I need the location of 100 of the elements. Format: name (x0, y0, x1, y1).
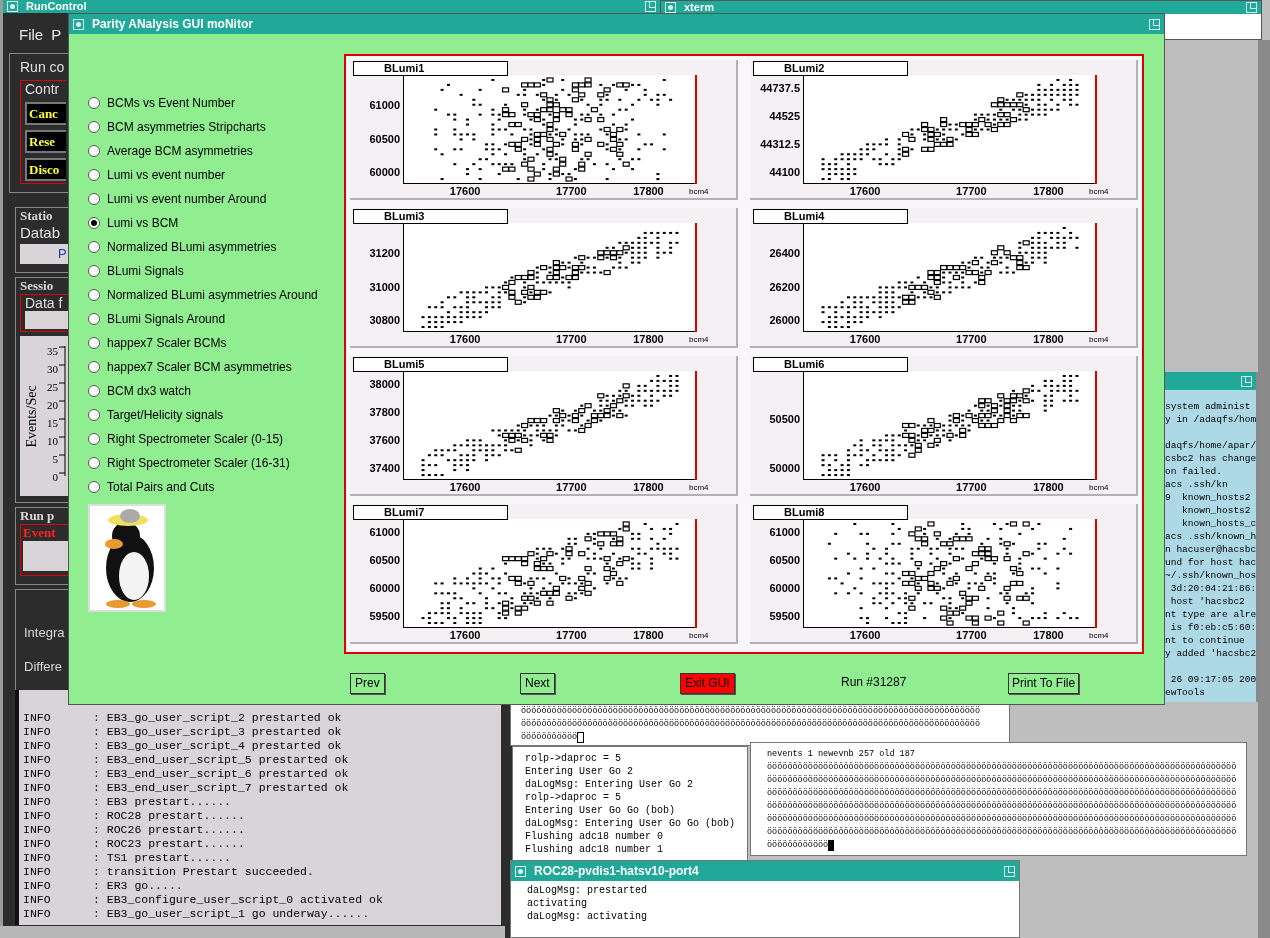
x-tick-label: 17700 (956, 334, 987, 345)
radio-option[interactable]: BCM dx3 watch (88, 379, 192, 403)
log-message: : transition Prestart succeeded. (93, 865, 314, 879)
x-tick-label: 17700 (556, 186, 587, 197)
terminal-line: daLogMsg: activating (527, 910, 648, 923)
terminal-line: 9 known_hosts2 (1165, 491, 1251, 504)
menu-item[interactable]: File (19, 23, 44, 47)
radio-option[interactable]: happex7 Scaler BCMs (88, 331, 227, 355)
terminal-line: öööööööööööööööööööööööööööööööööööööööööööööööööööööööööööööööööööööööööööööööööööööööööööö (767, 787, 1237, 800)
y-tick-label: 31200 (369, 247, 400, 259)
radio-option[interactable]: happex7 Scaler BCM asymmetries (88, 355, 292, 379)
y-tick-label: 44737.5 (760, 82, 800, 94)
radio-option[interactable]: Normalized BLumi asymmetries Around (88, 283, 318, 307)
x-tick-label: 17700 (556, 630, 587, 641)
x-axis-label: bcm4 (1089, 336, 1109, 344)
x-tick-label: 17700 (956, 630, 987, 641)
terminal-line: acs .ssh/known_h (1165, 530, 1257, 543)
window-title: ROC28-pvdis1-hatsv10-port4 (534, 865, 699, 877)
group-label: Contr (25, 81, 60, 97)
terminal-line: öööööööööööö (767, 839, 829, 852)
log-message: : ROC28 prestart...... (93, 809, 245, 823)
terminal-line: öööööööööööööööööööööööööööööööööööööööööööööööööööööööööööööööööööööööööööööööööööööööööööö (767, 800, 1237, 813)
radio-option[interactable]: Normalized BLumi asymmetries (88, 235, 277, 259)
x-tick-label: 17600 (849, 482, 881, 493)
print-button[interactable]: Print To File (1008, 672, 1080, 694)
x-axis-label: bcm4 (689, 188, 709, 196)
plot-title: BLumi1 (353, 61, 508, 76)
x-axis-label: bcm4 (1089, 484, 1109, 492)
x-tick-label: 17800 (1033, 482, 1064, 493)
radio-option[interactable]: Average BCM asymmetries (88, 139, 253, 163)
radio-option[interactable]: BCM asymmetries Stripcharts (88, 115, 266, 139)
y-tick-label: 59500 (369, 610, 400, 622)
radio-option[interactable]: BLumi Signals Around (88, 307, 226, 331)
nav-button[interactable]: Prev (350, 672, 385, 694)
control-button[interactable]: Disco (25, 158, 66, 181)
terminal-line: known_hosts2 (1181, 504, 1251, 517)
terminal-line: ~/.ssh/known_hos (1165, 569, 1257, 582)
x-tick-label: 17800 (633, 482, 664, 493)
log-level: INFO (23, 837, 52, 851)
radio-option[interactable]: Lumi vs BCM (88, 211, 179, 235)
y-tick-label: 60500 (369, 133, 400, 145)
terminal-line: und for host hac (1165, 556, 1257, 569)
database-field[interactable]: P (20, 244, 70, 264)
log-level: INFO (23, 781, 52, 795)
log-level: INFO (23, 809, 52, 823)
radio-option[interactable]: Lumi vs event number Around (88, 187, 267, 211)
y-tick-label: 60000 (369, 582, 400, 594)
nav-button[interactable]: Next (520, 672, 555, 694)
terminal-line: Entering User Go Go (bob) (525, 804, 676, 817)
menu-item[interactable]: P (51, 23, 62, 47)
radio-option[interactable]: Right Spectrometer Scaler (16-31) (88, 451, 290, 475)
radio-option[interactable]: Lumi vs event number (88, 163, 226, 187)
axis-label: Events/Sec (22, 384, 40, 448)
terminal-line: daLogMsg: Entering User Go 2 (525, 778, 694, 791)
log-message: : EB3_end_user_script_6 prestarted ok (93, 767, 349, 781)
nav-button[interactable]: Exit GUI (680, 672, 735, 694)
terminal-line: öööööööööööööööööööööööööööööööööööööööööööööööööööööööööööööööööööööööööööööööööööööööööööö (767, 826, 1237, 839)
y-tick-label: 38000 (369, 378, 400, 390)
terminal-line: on failed. (1165, 465, 1222, 478)
y-tick-label: 50500 (769, 413, 800, 424)
terminal-line: ööööööööööö (521, 731, 578, 744)
x-tick-label: 17800 (633, 186, 664, 197)
control-button[interactable]: Rese (25, 130, 66, 153)
control-button[interactable]: Canc (25, 102, 66, 125)
log-message: : EB3_end_user_script_5 prestarted ok (93, 753, 349, 767)
field-label: Integra (24, 624, 65, 642)
x-tick-label: 17800 (1033, 630, 1064, 641)
y-tick-label: 44100 (769, 166, 800, 178)
x-tick-label: 17600 (449, 186, 481, 197)
plot-title: BLumi8 (753, 505, 908, 520)
log-level: INFO (23, 739, 52, 753)
radio-option[interactable]: Total Pairs and Cuts (88, 475, 215, 499)
terminal-line: rolp->daproc = 5 (525, 752, 621, 765)
terminal-line: öööööööööööööööööööööööööööööööööööööööööööööööööööööööööööööööööööööööööööööööööööööööööö (521, 705, 981, 718)
y-tick-label: 60000 (369, 166, 400, 178)
terminal-line: Flushing adc18 number 0 (525, 830, 664, 843)
x-tick-label: 17700 (556, 482, 587, 493)
terminal-line: daLogMsg: prestarted (527, 884, 648, 897)
log-message: : ROC23 prestart...... (93, 837, 245, 851)
tick-label: 5 (52, 452, 58, 467)
radio-option[interactable]: BLumi Signals (88, 259, 184, 283)
y-tick-label: 61000 (369, 526, 400, 538)
terminal-line: öööööööööööööööööööööööööööööööööööööööööööööööööööööööööööööööööööööööööööööööööööööööööö (521, 718, 981, 731)
log-message: : EB3_end_user_script_7 prestarted ok (93, 781, 349, 795)
terminal-line: acs .ssh/kn (1165, 478, 1228, 491)
radio-option[interactable]: Right Spectrometer Scaler (0-15) (88, 427, 284, 451)
terminal-line: öööööööööööööööööööööööööööööööööööööööööööööööööööööööööööööööööööööööööööööööööööööööööööö (767, 774, 1237, 787)
x-axis-label: bcm4 (1089, 632, 1109, 640)
plot-title: BLumi5 (353, 357, 508, 372)
x-tick-label: 17800 (1033, 334, 1064, 345)
terminal-line: nevents 1 newevnb 257 old 187 (767, 748, 915, 761)
radio-option[interactable]: BCMs vs Event Number (88, 91, 236, 115)
x-tick-label: 17800 (1033, 186, 1064, 197)
terminal-line: Flushing adc18 number 1 (525, 843, 664, 856)
radio-option[interactable]: Target/Helicity signals (88, 403, 224, 427)
y-tick-label: 26200 (769, 281, 800, 293)
terminal-line: ewTools (1165, 686, 1205, 699)
terminal-line: daqfs/home/apar/ (1165, 439, 1257, 452)
y-tick-label: 37600 (369, 434, 400, 446)
log-message: : EB3_go_user_script_3 prestarted ok (93, 725, 342, 739)
